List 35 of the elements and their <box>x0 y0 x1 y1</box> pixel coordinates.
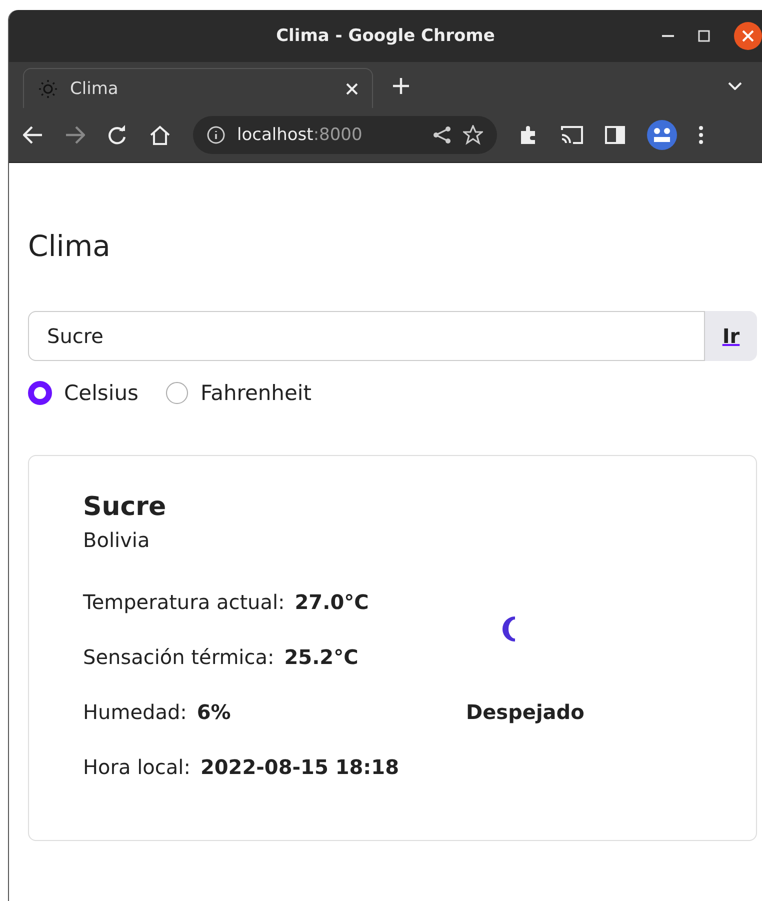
browser-tab[interactable]: Clima <box>23 68 373 108</box>
close-button[interactable] <box>734 22 762 50</box>
city-name: Sucre <box>83 492 168 522</box>
address-bar[interactable]: localhost:8000 <box>193 116 497 154</box>
menu-icon[interactable] <box>699 126 703 144</box>
weather-detail: Temperatura actual: 27.0°C <box>83 590 370 614</box>
chevron-down-icon[interactable] <box>728 82 742 90</box>
unit-radio[interactable]: Celsius <box>28 381 138 405</box>
plus-icon[interactable] <box>393 78 409 94</box>
radio-icon[interactable] <box>166 382 188 404</box>
sun-icon <box>38 78 58 98</box>
home-icon[interactable] <box>149 125 171 145</box>
window-title: Clima - Google Chrome <box>276 26 495 46</box>
unit-radio[interactable]: Fahrenheit <box>166 381 312 405</box>
weather-condition: Despejado <box>466 700 586 724</box>
cast-icon[interactable] <box>561 126 583 144</box>
side-panel-icon[interactable] <box>605 126 625 144</box>
maximize-icon[interactable] <box>698 30 710 42</box>
reload-icon[interactable] <box>107 125 127 145</box>
info-icon <box>207 126 225 144</box>
back-icon[interactable] <box>23 126 43 144</box>
radio-icon[interactable] <box>28 381 52 405</box>
close-icon[interactable] <box>346 82 358 94</box>
share-icon[interactable] <box>433 126 451 144</box>
forward-icon[interactable] <box>65 126 85 144</box>
weather-detail: Humedad: 6% <box>83 700 232 724</box>
go-button[interactable]: Ir <box>705 311 757 361</box>
country-name: Bolivia <box>83 528 151 552</box>
weather-detail: Sensación térmica: 25.2°C <box>83 644 360 668</box>
star-icon[interactable] <box>463 125 483 145</box>
avatar-icon[interactable] <box>647 120 677 150</box>
tab-title: Clima <box>70 78 120 98</box>
weather-detail: Hora local: 2022-08-15 18:18 <box>83 754 400 778</box>
city-search-field[interactable]: Sucre <box>28 311 705 361</box>
page-title: Clima <box>28 229 112 263</box>
